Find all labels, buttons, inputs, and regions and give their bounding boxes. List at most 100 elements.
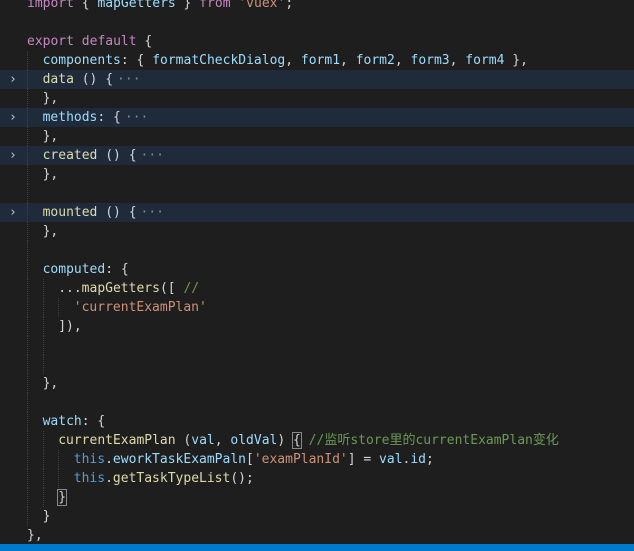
code-text: },: [27, 89, 58, 108]
code-line[interactable]: [0, 13, 634, 32]
code-line[interactable]: this.eworkTaskExamPaln['examPlanId'] = v…: [0, 450, 634, 469]
line-gutter: [0, 89, 26, 108]
indent-guide: [42, 279, 59, 298]
code-line[interactable]: import { mapGetters } from 'vuex';: [0, 0, 634, 13]
code-token: : {: [105, 262, 129, 277]
code-line[interactable]: [0, 355, 634, 374]
folded-region-ellipsis[interactable]: ···: [141, 205, 164, 220]
code-line[interactable]: components: { formatCheckDialog, form1, …: [0, 51, 634, 70]
code-token: () {: [73, 72, 114, 87]
matched-bracket: }: [57, 489, 67, 506]
code-line[interactable]: export default {: [0, 32, 634, 51]
code-token: },: [42, 91, 59, 106]
code-token: //监听store里的currentExamPlan变化: [300, 433, 559, 448]
folded-region-ellipsis[interactable]: ···: [117, 72, 140, 87]
indent-guide: [27, 412, 43, 431]
chevron-right-icon[interactable]: ›: [9, 203, 17, 222]
folded-region-ellipsis[interactable]: ···: [141, 148, 164, 163]
code-token: //: [183, 281, 200, 296]
code-token: .: [105, 471, 113, 486]
code-text: [27, 393, 43, 412]
code-line[interactable]: },: [0, 526, 634, 545]
code-line[interactable]: [0, 241, 634, 260]
code-token: 'currentExamPlan': [73, 300, 207, 315]
indent-guide: [27, 488, 43, 507]
line-gutter: [0, 355, 26, 374]
code-text: watch: {: [27, 412, 105, 431]
indent-guide: [42, 298, 59, 317]
indent-guide: [27, 355, 43, 374]
code-line[interactable]: ]),: [0, 317, 634, 336]
code-token: form1: [300, 53, 341, 68]
code-text: [27, 355, 58, 374]
chevron-right-icon[interactable]: ›: [9, 70, 17, 89]
line-gutter: [0, 336, 26, 355]
code-token: getTaskTypeList: [112, 471, 231, 486]
status-bar: [0, 544, 634, 551]
chevron-right-icon[interactable]: ›: [9, 108, 17, 127]
code-token: : {: [81, 414, 106, 429]
indent-guide: [27, 146, 43, 165]
indent-guide: [27, 431, 43, 450]
code-text: ...mapGetters([ //: [27, 279, 199, 298]
code-token: ,: [340, 53, 356, 68]
line-gutter: [0, 317, 26, 336]
code-line[interactable]: 'currentExamPlan': [0, 298, 634, 317]
code-text: },: [27, 222, 58, 241]
code-text: },: [27, 526, 43, 545]
code-text: created () {···: [27, 146, 164, 165]
code-line[interactable]: },: [0, 222, 634, 241]
code-token: form3: [410, 53, 450, 68]
indent-guide: [27, 298, 43, 317]
code-text: export default {: [27, 32, 152, 51]
code-line[interactable]: },: [0, 89, 634, 108]
code-line[interactable]: computed: {: [0, 260, 634, 279]
code-editor[interactable]: import { mapGetters } from 'vuex'; export…: [0, 0, 634, 551]
code-token: components: [42, 53, 121, 68]
code-line[interactable]: [0, 393, 634, 412]
indent-guide: [27, 241, 43, 260]
line-gutter: ›: [0, 203, 26, 222]
code-line[interactable]: › mounted () {···: [0, 203, 634, 222]
code-token: mapGetters: [81, 281, 160, 296]
code-line[interactable]: ...mapGetters([ //: [0, 279, 634, 298]
line-gutter: [0, 127, 26, 146]
code-token: },: [42, 224, 59, 239]
indent-guide: [27, 184, 43, 203]
line-gutter: [0, 51, 26, 70]
indent-guide: [27, 203, 43, 222]
code-line[interactable]: › data () {···: [0, 70, 634, 89]
indent-guide: [27, 279, 43, 298]
code-token: }: [42, 509, 51, 524]
indent-guide: [58, 469, 74, 488]
folded-region-ellipsis[interactable]: ···: [125, 110, 148, 125]
code-line[interactable]: › methods: {···: [0, 108, 634, 127]
line-gutter: [0, 241, 26, 260]
code-text: }: [27, 488, 67, 507]
code-line[interactable]: },: [0, 374, 634, 393]
code-text: [27, 336, 58, 355]
indent-guide: [42, 431, 59, 450]
code-line[interactable]: watch: {: [0, 412, 634, 431]
code-line[interactable]: }: [0, 488, 634, 507]
code-token: ,: [394, 53, 411, 68]
code-line[interactable]: [0, 184, 634, 203]
code-line[interactable]: currentExamPlan (val, oldVal) { //监听stor…: [0, 431, 634, 450]
code-line[interactable]: },: [0, 165, 634, 184]
code-text: computed: {: [27, 260, 129, 279]
indent-guide: [27, 317, 43, 336]
indent-guide: [27, 222, 43, 241]
code-line[interactable]: this.getTaskTypeList();: [0, 469, 634, 488]
code-line[interactable]: [0, 336, 634, 355]
code-token: from: [199, 0, 231, 11]
code-token: ] =: [347, 452, 380, 467]
code-line[interactable]: }: [0, 507, 634, 526]
line-gutter: [0, 526, 26, 545]
code-line[interactable]: › created () {···: [0, 146, 634, 165]
code-line[interactable]: },: [0, 127, 634, 146]
code-token: mapGetters: [97, 0, 176, 11]
chevron-right-icon[interactable]: ›: [9, 146, 17, 165]
code-token: import: [27, 0, 74, 11]
indent-guide: [27, 127, 43, 146]
